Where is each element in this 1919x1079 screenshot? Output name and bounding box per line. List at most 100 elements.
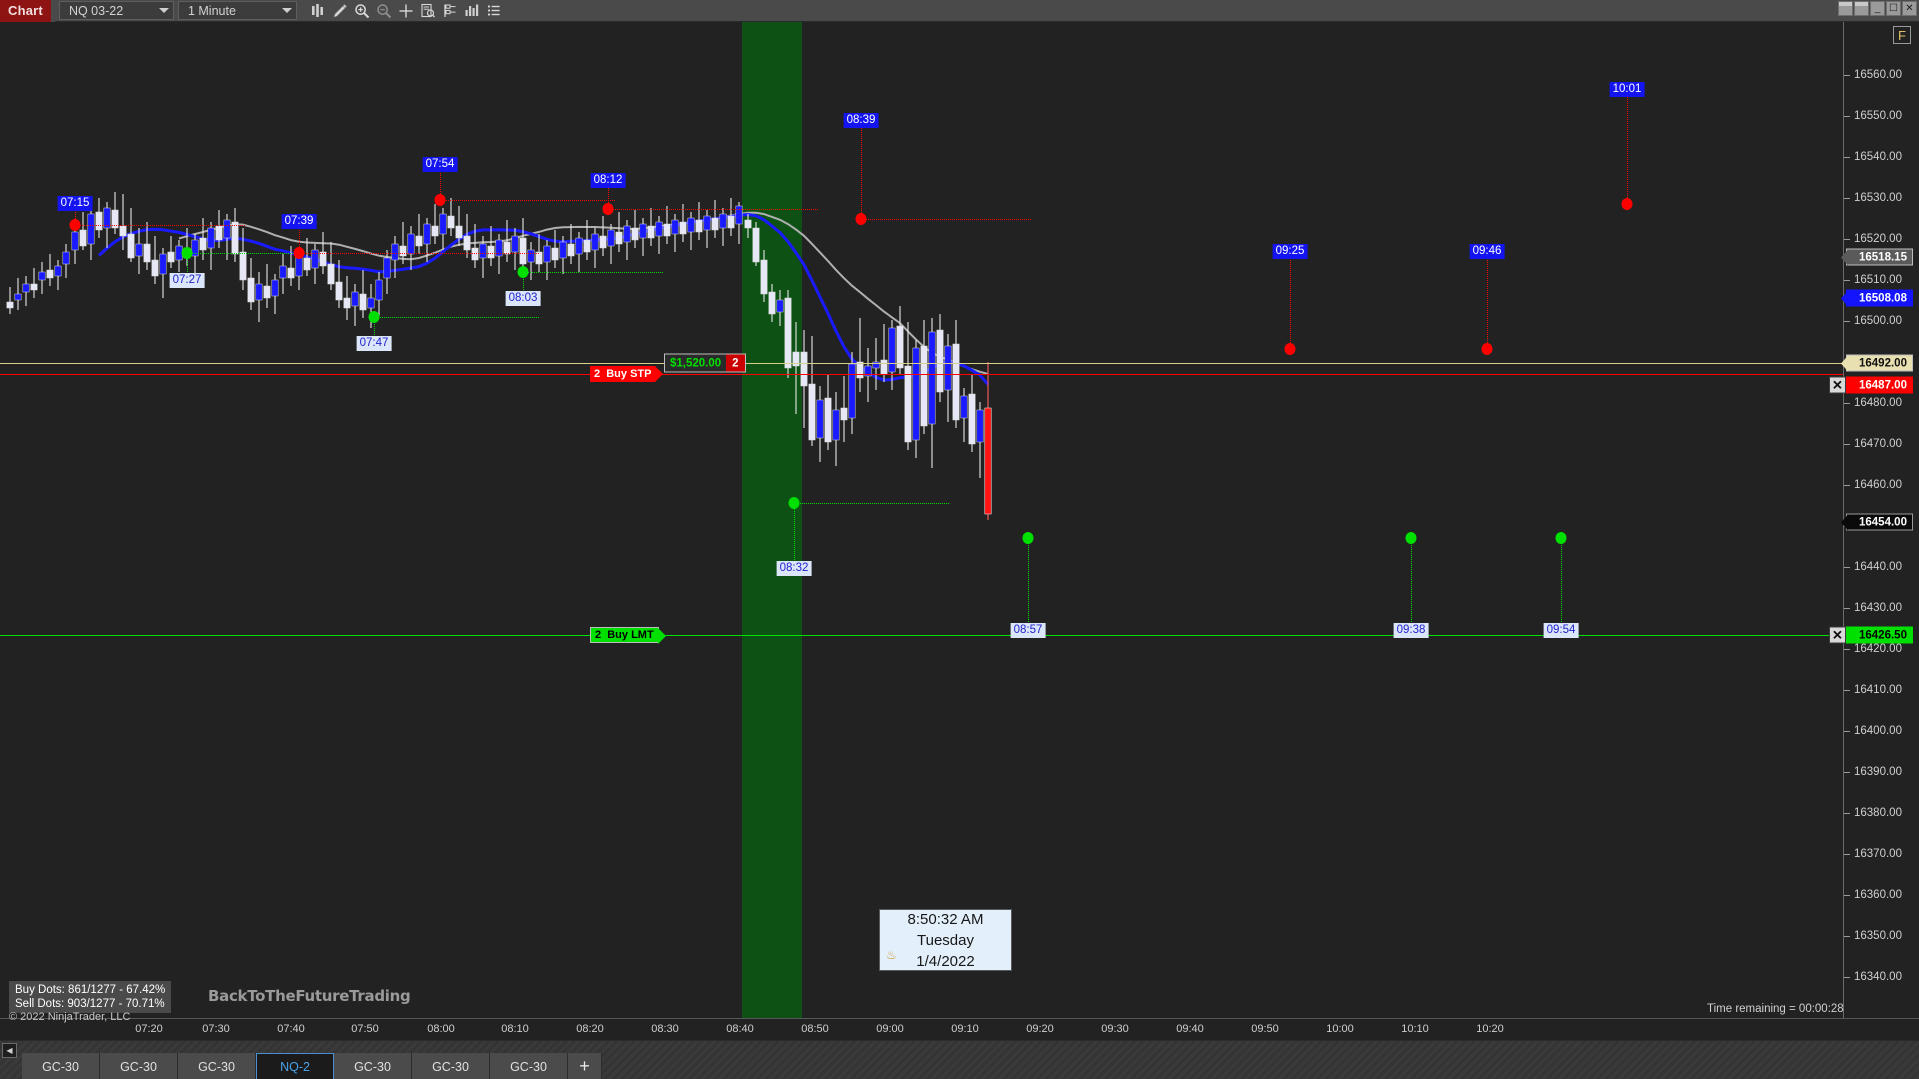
buy-stop-order-tag[interactable]: 2 Buy STP — [590, 366, 664, 382]
indicators-icon[interactable] — [439, 0, 461, 22]
dot-stats-box: Buy Dots: 861/1277 - 67.42% Sell Dots: 9… — [9, 981, 172, 1013]
signal-stem-line — [1028, 538, 1029, 630]
cancel-stop-order-button[interactable]: ✕ — [1829, 376, 1846, 394]
cancel-limit-order-button[interactable]: ✕ — [1829, 626, 1846, 644]
sell-signal-dot[interactable] — [434, 194, 446, 206]
signal-time-label[interactable]: 09:38 — [1393, 623, 1429, 638]
order-list-icon[interactable] — [483, 0, 505, 22]
price-tick — [1844, 75, 1850, 76]
drawing-pencil-icon[interactable] — [329, 0, 351, 22]
data-series-icon[interactable] — [417, 0, 439, 22]
instrument-value: NQ 03-22 — [68, 3, 124, 18]
signal-time-label[interactable]: 07:39 — [281, 214, 317, 229]
time-tick-label: 08:00 — [427, 1023, 455, 1035]
order-type-label: Buy LMT — [601, 629, 654, 641]
stop-order-line[interactable] — [0, 374, 1843, 375]
signal-time-label[interactable]: 09:46 — [1469, 244, 1505, 259]
sell-signal-dot[interactable] — [1481, 343, 1493, 355]
signal-time-label[interactable]: 08:12 — [590, 173, 626, 188]
sell-signal-dot[interactable] — [1621, 198, 1633, 210]
restore-window-2-button[interactable] — [1854, 1, 1869, 16]
price-badge-position[interactable]: 16492.00 — [1841, 354, 1913, 372]
price-axis[interactable]: F 16560.00 16550.00 16540.00 16530.00 16520.… — [1841, 22, 1919, 1018]
price-tick-label: 16350.00 — [1854, 930, 1902, 942]
sell-signal-dot[interactable] — [602, 203, 614, 215]
crosshair-icon[interactable] — [395, 0, 417, 22]
maximize-button[interactable]: ☐ — [1886, 1, 1901, 16]
signal-time-label[interactable]: 08:03 — [505, 291, 541, 306]
interval-selector[interactable]: 1 Minute — [177, 1, 297, 20]
minimize-button[interactable]: _ — [1870, 1, 1885, 16]
buy-signal-dot[interactable] — [1022, 532, 1034, 544]
buy-signal-dot[interactable] — [368, 311, 380, 323]
time-tick-label: 10:20 — [1476, 1023, 1504, 1035]
price-badge-bid[interactable]: 16454.00 — [1841, 513, 1913, 531]
restore-window-1-button[interactable] — [1838, 1, 1853, 16]
copyright-label: © 2022 NinjaTrader, LLC — [9, 1011, 131, 1023]
bar-type-icon[interactable] — [307, 0, 329, 22]
buy-signal-dot[interactable] — [788, 497, 800, 509]
signal-time-label[interactable]: 07:54 — [422, 157, 458, 172]
price-tick — [1844, 239, 1850, 240]
chart-canvas-area[interactable]: 1/4/2022 07:09:00 - 1/4/2022 08:51:00 ← … — [0, 22, 1919, 1052]
close-button[interactable]: ✕ — [1902, 1, 1917, 16]
tab-scroll-left-button[interactable]: ◀ — [2, 1043, 17, 1058]
zoom-out-icon[interactable] — [373, 0, 395, 22]
buy-dots-stat: Buy Dots: 861/1277 - 67.42% — [15, 984, 166, 996]
toolbar-icon-group — [307, 0, 505, 22]
buy-limit-order-tag[interactable]: 2 Buy LMT — [590, 627, 666, 644]
signal-time-label[interactable]: 07:27 — [169, 273, 205, 288]
workspace-tab-gc-30-4[interactable]: GC-30 — [334, 1053, 412, 1079]
order-type-label: Buy STP — [600, 368, 652, 380]
signal-level-ray — [299, 253, 539, 254]
price-tick — [1844, 608, 1850, 609]
price-badge-stop[interactable]: 16487.00 — [1841, 376, 1913, 394]
buy-signal-dot[interactable] — [1555, 532, 1567, 544]
signal-time-label[interactable]: 07:15 — [57, 196, 93, 211]
workspace-tab-gc-30-6[interactable]: GC-30 — [490, 1053, 568, 1079]
workspace-tab-nq-2-3[interactable]: NQ-2 — [256, 1053, 334, 1079]
signal-level-ray — [374, 317, 539, 318]
workspace-tab-gc-30-0[interactable]: GC-30 — [22, 1053, 100, 1079]
signal-time-label[interactable]: 09:25 — [1272, 244, 1308, 259]
buy-signal-dot[interactable] — [1405, 532, 1417, 544]
chart-app-badge[interactable]: Chart — [0, 0, 51, 22]
price-badge-limit[interactable]: 16426.50 — [1841, 626, 1913, 644]
workspace-tab-gc-30-2[interactable]: GC-30 — [178, 1053, 256, 1079]
time-axis[interactable]: 07:20 07:30 07:40 07:50 08:00 08:10 08:20 08:30… — [0, 1018, 1919, 1040]
price-tick — [1844, 731, 1850, 732]
price-plot[interactable]: $1,520.00 2 2 Buy STP 2 Buy LMT 07:15 07:27 07… — [0, 22, 1843, 1018]
buy-signal-dot[interactable] — [181, 247, 193, 259]
signal-time-label[interactable]: 09:54 — [1543, 623, 1579, 638]
sell-signal-dot[interactable] — [1284, 343, 1296, 355]
clock-date: 1/4/2022 — [916, 952, 975, 970]
signal-time-label[interactable]: 07:47 — [356, 336, 392, 351]
sell-signal-dot[interactable] — [69, 219, 81, 231]
add-tab-button[interactable]: + — [568, 1053, 602, 1079]
flatten-badge[interactable]: F — [1893, 26, 1911, 44]
pnl-quantity: 2 — [726, 354, 745, 372]
price-badge-ask[interactable]: 16518.15 — [1841, 248, 1913, 266]
position-avg-price-line[interactable] — [0, 363, 1843, 364]
zoom-in-icon[interactable] — [351, 0, 373, 22]
signal-time-label[interactable]: 08:57 — [1010, 623, 1046, 638]
price-tick-label: 16550.00 — [1854, 110, 1902, 122]
buy-signal-dot[interactable] — [517, 266, 529, 278]
workspace-tab-gc-30-1[interactable]: GC-30 — [100, 1053, 178, 1079]
time-tick-label: 09:10 — [951, 1023, 979, 1035]
price-badge-last[interactable]: 16508.08 — [1841, 289, 1913, 307]
signal-time-label[interactable]: 10:01 — [1609, 82, 1645, 97]
sell-signal-dot[interactable] — [293, 247, 305, 259]
signal-time-label[interactable]: 08:32 — [776, 561, 812, 576]
signal-time-label[interactable]: 08:39 — [843, 113, 879, 128]
price-tick-label: 16500.00 — [1854, 315, 1902, 327]
workspace-tab-gc-30-5[interactable]: GC-30 — [412, 1053, 490, 1079]
instrument-selector[interactable]: NQ 03-22 — [58, 1, 174, 20]
sell-signal-dot[interactable] — [855, 213, 867, 225]
time-tick-label: 07:50 — [351, 1023, 379, 1035]
price-tick — [1844, 485, 1850, 486]
time-tick-label: 08:20 — [576, 1023, 604, 1035]
chart-trader-icon[interactable] — [461, 0, 483, 22]
time-tick-label: 10:00 — [1326, 1023, 1354, 1035]
time-remaining-label: Time remaining = 00:00:28 — [1707, 1003, 1844, 1015]
